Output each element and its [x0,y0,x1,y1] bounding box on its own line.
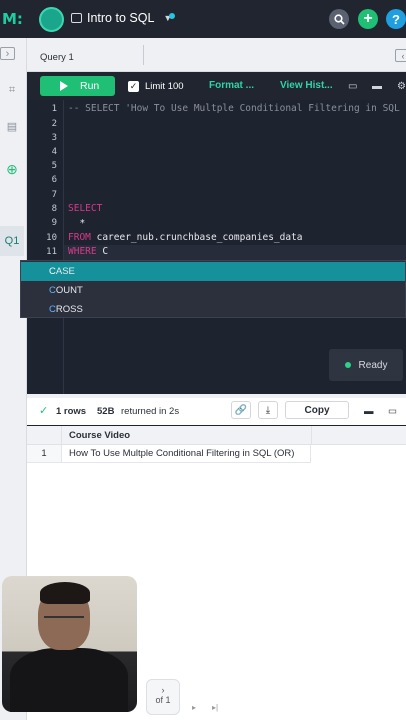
empty-header [311,426,406,445]
schema-icon[interactable]: ▤ [2,117,22,135]
webcam-video [2,576,137,712]
match-prefix: C [49,304,56,315]
page-count: of 1 [155,695,171,705]
status-dot-icon [344,362,351,368]
download-icon: ⤓ [265,404,271,416]
status-text: Ready [358,359,388,371]
chevron-right-icon[interactable]: › [147,685,179,695]
chart-icon[interactable]: ⌗ [2,81,22,99]
match-prefix: C [49,266,56,277]
code-line-comment: -- SELECT 'How To Use Multple Conditiona… [68,103,400,114]
tab-query-1[interactable]: Query 1 [40,52,74,63]
project-avatar[interactable] [39,7,64,32]
format-button[interactable]: Format ... [209,80,254,91]
table-name: career_nub.crunchbase_companies_data [90,232,303,243]
row-number: 1 [27,445,61,463]
table-cell[interactable]: How To Use Multple Conditional Filtering… [61,445,311,463]
results-bar: ✓ 1 rows 52B returned in 2s 🔗 ⤓ Copy ▬ ▭ [27,398,406,425]
line-number: 4 [51,147,57,157]
suggestion-rest: OUNT [55,285,83,296]
search-icon [333,13,345,25]
minimize-icon[interactable]: ▬ [372,81,382,92]
next-page-icon[interactable]: ▸ [192,703,196,712]
layout-icon[interactable]: ▭ [348,81,357,92]
checkbox-icon[interactable]: ✓ [128,81,139,92]
status-ready-badge: Ready [329,349,403,381]
rows-count: 1 rows [56,406,87,417]
row-number-header [27,426,61,445]
keyword-where: WHERE [68,246,97,257]
suggestion-rest: ASE [55,266,75,277]
check-icon: ✓ [39,405,49,417]
search-button[interactable] [329,9,349,29]
add-button[interactable]: + [358,9,378,29]
result-time: returned in 2s [121,406,180,417]
tab-divider [143,45,144,65]
run-label: Run [80,80,100,92]
query-tabs: Query 1 ‹ [27,38,406,72]
editor-toolbar: Run ✓ Limit 100 Format ... View Hist... … [27,72,406,100]
typed-text: C [96,246,109,257]
status-dot [169,13,175,19]
add-query-icon[interactable]: ⊕ [2,160,22,178]
person-glasses [44,616,84,624]
line-number: 2 [51,119,57,129]
line-number: 6 [51,175,57,185]
line-number: 5 [51,161,57,171]
column-header-course-video[interactable]: Course Video [61,426,311,445]
line-number: 8 [51,204,57,214]
limit-toggle[interactable]: ✓ Limit 100 [128,81,184,92]
layout-icon[interactable]: ▭ [388,406,397,417]
line-number: 3 [51,133,57,143]
autocomplete-item-case[interactable]: C ASE [21,262,405,281]
autocomplete-item-cross[interactable]: C ROSS [21,300,405,319]
person-hair [40,582,90,604]
app-logo[interactable]: M: [2,10,23,28]
result-size: 52B [97,406,115,417]
query-shortcut-q1[interactable]: Q1 [0,226,24,256]
copy-button[interactable]: Copy [285,401,349,419]
autocomplete-popup: C ASE C OUNT C ROSS [20,260,406,318]
line-number: 7 [51,190,57,200]
project-title-dropdown[interactable]: Intro to SQL ▼ [71,11,172,25]
line-gutter: 1 2 3 4 5 6 7 8 9 10 11 [27,100,63,394]
link-button[interactable]: 🔗 [231,401,251,419]
match-prefix: C [49,285,56,296]
code-line-select: SELECT [68,203,103,214]
download-button[interactable]: ⤓ [258,401,278,419]
person-body [10,648,128,712]
code-line-where: WHERE C [68,246,108,257]
link-icon: 🔗 [234,404,248,416]
line-number: 9 [51,218,57,228]
project-title: Intro to SQL [87,11,155,25]
line-number: 1 [51,104,57,114]
window-icon [71,13,82,23]
limit-label: Limit 100 [145,81,184,92]
collapse-icon[interactable]: › [0,47,15,60]
keyword-from: FROM [68,232,91,243]
settings-icon[interactable]: ⚙ [397,81,406,92]
active-line-highlight [63,245,406,260]
play-icon [60,81,68,91]
last-page-icon[interactable]: ▸| [212,703,218,712]
code-line-from: FROM career_nub.crunchbase_companies_dat… [68,232,303,243]
expand-panel-icon[interactable]: ‹ [395,49,406,62]
minimize-icon[interactable]: ▬ [364,406,374,417]
top-bar: M: Intro to SQL ▼ + ? [0,0,406,38]
plus-icon: + [363,10,373,27]
line-number: 11 [46,247,57,257]
code-line-star: * [68,218,86,229]
autocomplete-item-count[interactable]: C OUNT [21,281,405,300]
help-button[interactable]: ? [386,9,406,29]
run-button[interactable]: Run [40,76,115,96]
pagination[interactable]: › of 1 [146,679,180,715]
view-history-button[interactable]: View Hist... [280,80,333,91]
line-number: 10 [46,233,57,243]
suggestion-rest: ROSS [55,304,83,315]
gutter-divider [63,100,64,394]
